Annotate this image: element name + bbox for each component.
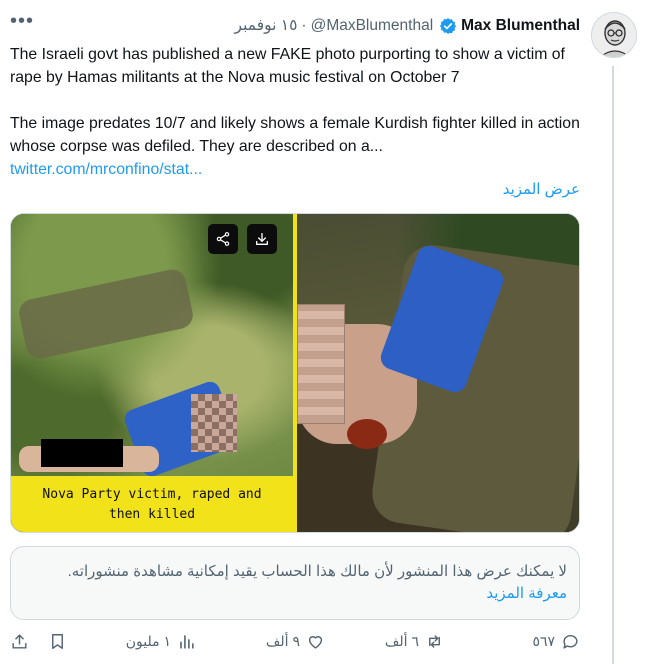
notice-text-wrap: لا يمكنك عرض هذا المنشور لأن مالك هذا ال… [27,561,567,605]
share-nodes-icon [216,232,230,246]
repost-icon [429,635,440,648]
tweet-text: The Israeli govt has published a new FAK… [10,43,580,181]
avatar[interactable] [591,12,637,58]
restricted-notice: لا يمكنك عرض هذا المنشور لأن مالك هذا ال… [10,546,580,620]
tweet-paragraph-1: The Israeli govt has published a new FAK… [10,46,565,86]
show-more-link[interactable]: عرض المزيد [503,180,580,198]
reply-button[interactable]: ٥٦٧ [532,632,580,651]
views-count: ١ مليون [125,633,171,649]
notice-text: لا يمكنك عرض هذا المنشور لأن مالك هذا ال… [67,563,567,580]
download-image-button[interactable] [247,224,277,254]
image-caption: Nova Party victim, raped and then killed [42,487,262,522]
like-button[interactable]: ٩ ألف [266,632,325,651]
reply-count: ٥٦٧ [532,633,555,649]
image-caption-box: Nova Party victim, raped and then killed [11,476,293,532]
avatar-portrait-icon [592,13,636,57]
heart-icon [308,636,323,649]
right-photo [297,214,579,532]
bookmark-button[interactable] [48,632,67,651]
thread-line [612,66,614,664]
views-bar-chart-icon [180,635,194,649]
censor-bar [41,439,123,467]
action-bar: ٥٦٧ ٦ ألف ٩ ألف ١ مليون [10,632,580,658]
tweet-header: ••• ١٥ نوفمبر · @MaxBlumenthal Max Blume… [10,10,580,38]
author-row: ١٥ نوفمبر · @MaxBlumenthal Max Blumentha… [235,16,580,35]
tweet-paragraph-2: The image predates 10/7 and likely shows… [10,115,580,155]
verified-badge-icon [440,17,457,34]
blurred-region [297,304,345,424]
left-photo: Nova Party victim, raped and then killed [11,214,293,532]
share-button[interactable] [10,632,29,651]
pixelated-face [191,394,237,452]
timestamp[interactable]: ١٥ نوفمبر [235,16,298,35]
author-name[interactable]: Max Blumenthal [461,17,580,35]
more-options-icon[interactable]: ••• [10,10,34,33]
tweet-link[interactable]: twitter.com/mrconfino/stat... [10,161,202,178]
bookmark-icon [52,634,63,649]
reply-icon [563,634,578,649]
download-icon [256,233,268,245]
author-handle[interactable]: @MaxBlumenthal [311,17,434,35]
views-button[interactable]: ١ مليون [126,632,196,651]
tweet: ••• ١٥ نوفمبر · @MaxBlumenthal Max Blume… [0,0,652,664]
like-count: ٩ ألف [265,633,300,649]
photo-wound [347,419,387,449]
share-image-button[interactable] [208,224,238,254]
repost-button[interactable]: ٦ ألف [385,632,444,651]
media-image[interactable]: Nova Party victim, raped and then killed [10,213,580,533]
repost-count: ٦ ألف [384,633,419,649]
learn-more-link[interactable]: معرفة المزيد [486,585,567,602]
share-upload-icon [12,634,27,649]
dot-separator: · [301,16,307,34]
